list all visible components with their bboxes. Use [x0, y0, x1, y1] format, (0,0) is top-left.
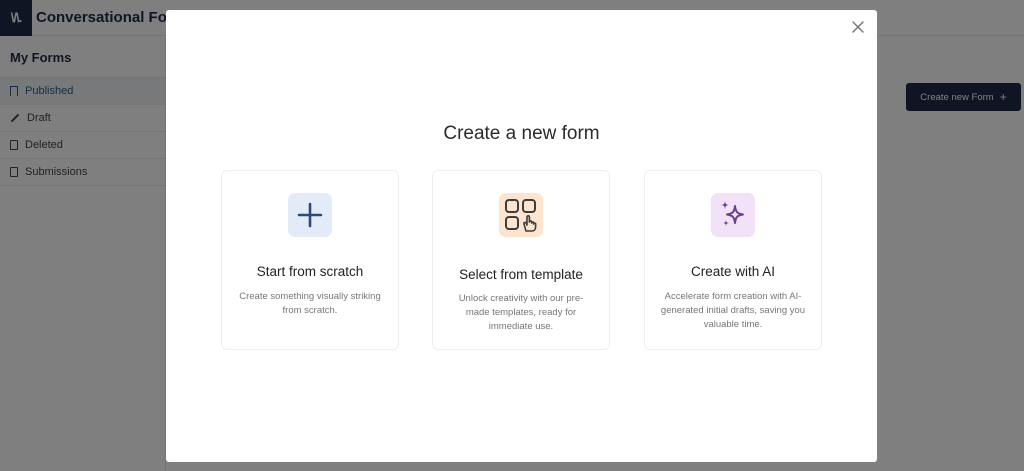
modal-title: Create a new form [443, 123, 600, 144]
create-with-ai-card[interactable]: Create with AI Accelerate form creation … [644, 170, 822, 350]
card-title: Select from template [459, 267, 583, 282]
close-icon[interactable] [851, 20, 865, 34]
card-description: Create something visually striking from … [239, 291, 381, 316]
start-from-scratch-card[interactable]: Start from scratch Create something visu… [221, 170, 399, 350]
template-grid-icon [499, 193, 543, 237]
card-title: Start from scratch [256, 264, 364, 279]
sparkles-icon [711, 193, 755, 237]
card-description: Accelerate form creation with AI-generat… [660, 291, 806, 330]
card-title: Create with AI [690, 264, 776, 279]
select-from-template-card[interactable]: Select from template Unlock creativity w… [432, 170, 610, 350]
card-description: Unlock creativity with our pre-made temp… [458, 293, 584, 332]
plus-icon [288, 193, 332, 237]
create-form-modal: Create a new form Start from scratch Cre… [166, 10, 877, 462]
